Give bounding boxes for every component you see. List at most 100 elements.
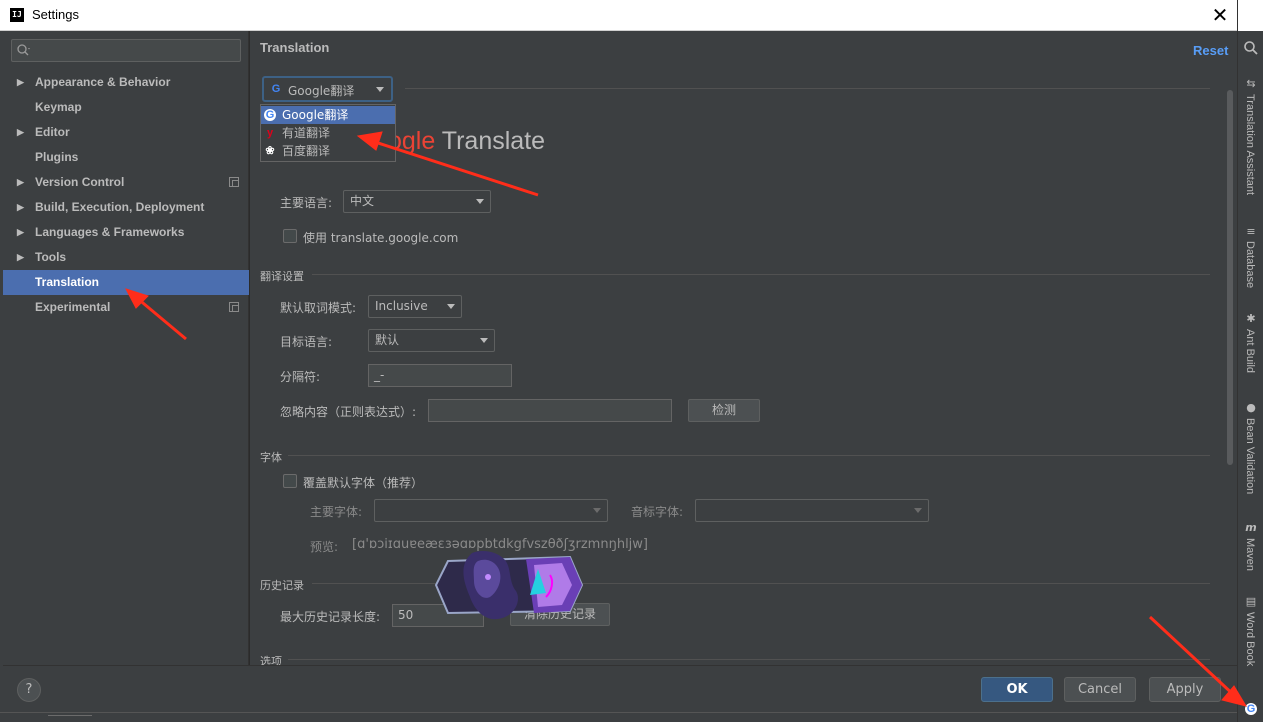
separator-input[interactable]: _- bbox=[368, 364, 512, 387]
google-translate-status-icon[interactable]: G bbox=[1245, 703, 1257, 715]
search-everywhere-icon[interactable] bbox=[1243, 40, 1259, 56]
primary-language-label: 主要语言: bbox=[280, 196, 333, 210]
tool-translation-assistant[interactable]: Translation Assistant bbox=[1244, 94, 1256, 195]
expand-arrow-icon[interactable]: ▶ bbox=[17, 195, 24, 220]
reset-link[interactable]: Reset bbox=[1193, 43, 1228, 58]
engine-option-label: Google翻译 bbox=[282, 108, 349, 122]
primary-language-select[interactable]: 中文 bbox=[343, 190, 491, 213]
translation-settings-panel: Translation Reset G Google翻译 ogle Transl… bbox=[250, 31, 1237, 665]
database-icon: ≡ bbox=[1246, 225, 1256, 238]
max-history-label: 最大历史记录长度: bbox=[280, 610, 381, 624]
baidu-icon: ❀ bbox=[265, 145, 275, 157]
nav-item-appearance-behavior[interactable]: ▶ Appearance & Behavior bbox=[3, 70, 249, 95]
word-mode-select[interactable]: Inclusive bbox=[368, 295, 462, 318]
window-title: Settings bbox=[32, 7, 79, 22]
nav-item-label: Tools bbox=[35, 250, 67, 264]
divider bbox=[288, 455, 1210, 456]
nav-item-build-execution-deployment[interactable]: ▶ Build, Execution, Deployment bbox=[3, 195, 249, 220]
nav-item-label: Experimental bbox=[35, 300, 111, 314]
section-translation-settings: 翻译设置 bbox=[260, 270, 304, 283]
chevron-down-icon bbox=[447, 304, 455, 309]
override-font-checkbox[interactable] bbox=[283, 474, 297, 488]
close-window-button[interactable]: ✕ bbox=[1206, 2, 1234, 28]
expand-arrow-icon[interactable]: ▶ bbox=[17, 70, 24, 95]
nav-item-label: Plugins bbox=[35, 150, 79, 164]
google-icon: G bbox=[264, 109, 276, 121]
expand-arrow-icon[interactable]: ▶ bbox=[17, 120, 24, 145]
apply-button[interactable]: Apply bbox=[1149, 677, 1221, 702]
separator-label: 分隔符: bbox=[280, 370, 321, 384]
phonetic-font-select[interactable] bbox=[695, 499, 929, 522]
divider bbox=[312, 274, 1210, 275]
ignore-regex-input[interactable] bbox=[428, 399, 672, 422]
expand-arrow-icon[interactable]: ▶ bbox=[17, 220, 24, 245]
nav-item-label: Build, Execution, Deployment bbox=[35, 200, 205, 214]
ok-button[interactable]: OK bbox=[981, 677, 1053, 702]
nav-item-label: Version Control bbox=[35, 175, 125, 189]
page-title: Translation bbox=[260, 40, 330, 55]
section-options: 选项 bbox=[260, 655, 282, 665]
youdao-icon: y bbox=[266, 127, 274, 139]
use-google-com-checkbox[interactable] bbox=[283, 229, 297, 243]
section-history: 历史记录 bbox=[260, 579, 304, 592]
nav-item-languages-frameworks[interactable]: ▶ Languages & Frameworks bbox=[3, 220, 249, 245]
settings-nav-panel: ▶ Appearance & Behavior Keymap ▶ Editor … bbox=[3, 31, 249, 665]
chevron-down-icon bbox=[376, 87, 384, 92]
nav-item-version-control[interactable]: ▶ Version Control bbox=[3, 170, 249, 195]
tool-database[interactable]: Database bbox=[1244, 241, 1256, 288]
cancel-button[interactable]: Cancel bbox=[1064, 677, 1136, 702]
google-icon: G bbox=[271, 83, 281, 95]
nav-item-plugins[interactable]: Plugins bbox=[3, 145, 249, 170]
section-font: 字体 bbox=[260, 451, 282, 464]
engine-option-google[interactable]: G Google翻译 bbox=[261, 106, 395, 124]
title-bar: IJ Settings ✕ bbox=[0, 0, 1237, 31]
engine-option-label: 有道翻译 bbox=[282, 126, 331, 140]
engine-option-label: 百度翻译 bbox=[282, 144, 331, 158]
status-segment bbox=[48, 715, 92, 716]
maven-icon: m bbox=[1245, 521, 1257, 534]
engine-option-youdao[interactable]: y 有道翻译 bbox=[261, 124, 395, 142]
engine-option-baidu[interactable]: ❀ 百度翻译 bbox=[261, 142, 395, 160]
target-language-value: 默认 bbox=[375, 333, 400, 347]
word-mode-value: Inclusive bbox=[375, 299, 428, 313]
use-google-com-label: 使用 translate.google.com bbox=[303, 231, 459, 245]
nav-item-tools[interactable]: ▶ Tools bbox=[3, 245, 249, 270]
settings-search-input[interactable] bbox=[11, 39, 241, 62]
expand-arrow-icon[interactable]: ▶ bbox=[17, 245, 24, 270]
preview-label: 预览: bbox=[310, 540, 339, 554]
right-tool-window-bar: ⇆ Translation Assistant ≡ Database ✱ Ant… bbox=[1237, 0, 1263, 722]
help-button[interactable]: ? bbox=[17, 678, 41, 702]
translator-engine-select[interactable]: G Google翻译 bbox=[262, 76, 393, 102]
ignore-regex-label: 忽略内容（正则表达式）: bbox=[280, 405, 417, 419]
nav-item-editor[interactable]: ▶ Editor bbox=[3, 120, 249, 145]
expand-arrow-icon[interactable]: ▶ bbox=[17, 170, 24, 195]
nav-item-label: Translation bbox=[35, 275, 100, 289]
ant-icon: ✱ bbox=[1246, 312, 1256, 325]
project-settings-icon bbox=[229, 177, 239, 187]
word-mode-label: 默认取词模式: bbox=[280, 301, 357, 315]
intellij-app-icon: IJ bbox=[10, 8, 24, 22]
nav-item-label: Languages & Frameworks bbox=[35, 225, 185, 239]
nav-item-label: Editor bbox=[35, 125, 70, 139]
primary-font-label: 主要字体: bbox=[310, 505, 363, 519]
nav-item-experimental[interactable]: Experimental bbox=[3, 295, 249, 320]
target-language-select[interactable]: 默认 bbox=[368, 329, 495, 352]
chevron-down-icon bbox=[480, 338, 488, 343]
nav-item-keymap[interactable]: Keymap bbox=[3, 95, 249, 120]
dialog-button-bar: ? OK Cancel Apply bbox=[3, 665, 1237, 712]
book-icon: ▤ bbox=[1245, 595, 1257, 608]
nav-item-label: Appearance & Behavior bbox=[35, 75, 171, 89]
tool-maven[interactable]: Maven bbox=[1244, 538, 1256, 571]
divider bbox=[405, 88, 1210, 89]
check-regex-button[interactable]: 检测 bbox=[688, 399, 760, 422]
content-scrollbar[interactable] bbox=[1227, 90, 1233, 465]
primary-font-select[interactable] bbox=[374, 499, 608, 522]
sticker-image bbox=[434, 551, 584, 620]
tool-word-book[interactable]: Word Book bbox=[1244, 612, 1256, 666]
nav-item-label: Keymap bbox=[35, 100, 82, 114]
tool-ant-build[interactable]: Ant Build bbox=[1244, 329, 1256, 373]
tool-bean-validation[interactable]: Bean Validation bbox=[1244, 418, 1256, 494]
nav-item-translation[interactable]: Translation bbox=[3, 270, 249, 295]
chevron-down-icon bbox=[593, 508, 601, 513]
title-bar-extension bbox=[1238, 0, 1263, 31]
